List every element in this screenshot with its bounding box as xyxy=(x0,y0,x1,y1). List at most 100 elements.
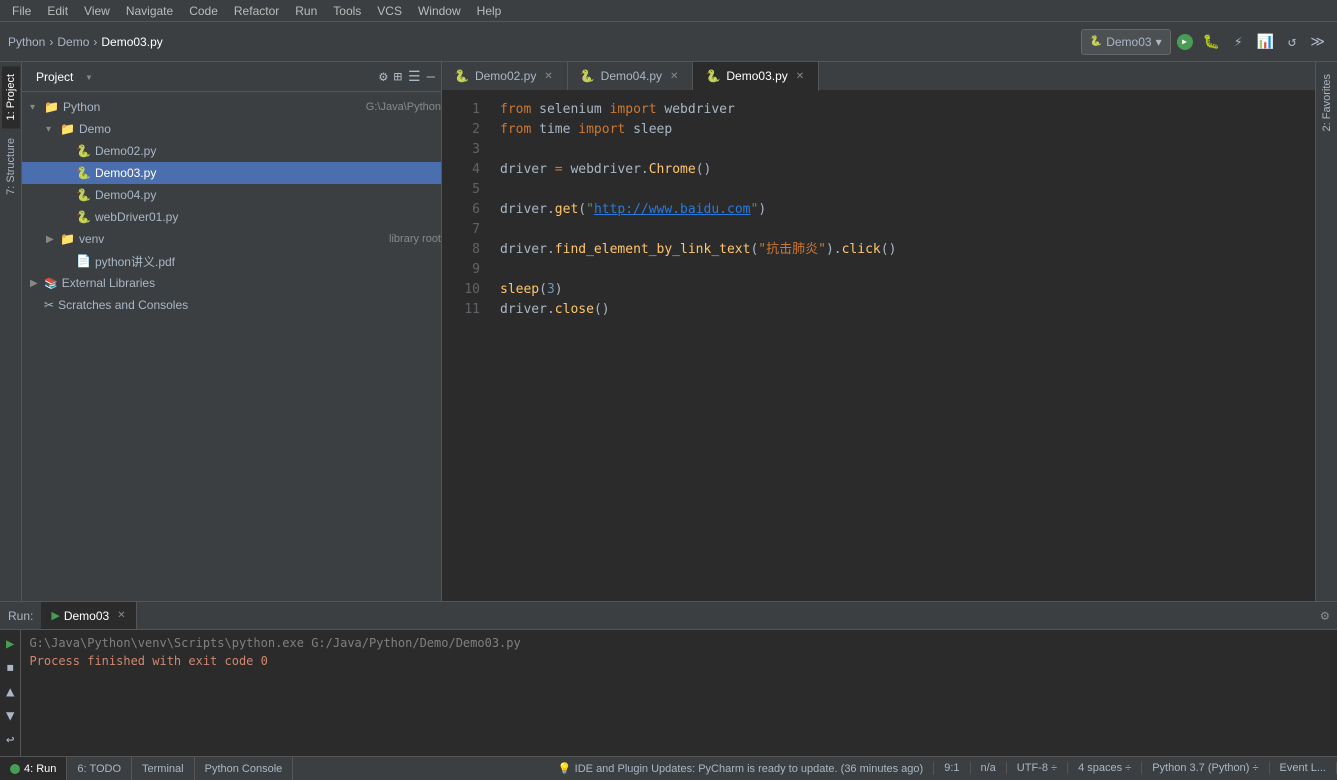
status-event-log-text: Event L... xyxy=(1280,762,1326,774)
status-message-text: 💡 IDE and Plugin Updates: PyCharm is rea… xyxy=(558,762,923,775)
bst-todo[interactable]: 6: TODO xyxy=(67,757,132,780)
ln-6: 6 xyxy=(450,200,480,220)
code-editor[interactable]: 1 2 3 4 5 6 7 8 9 10 11 from selenium im… xyxy=(442,92,1315,601)
editor-tab-demo04[interactable]: 🐍 Demo04.py ✕ xyxy=(568,62,694,90)
menu-tools[interactable]: Tools xyxy=(325,4,369,18)
status-indent[interactable]: 4 spaces ÷ xyxy=(1068,762,1142,774)
sidebar-actions: ⚙ ⊞ ☰ — xyxy=(379,69,435,85)
breadcrumb-python[interactable]: Python xyxy=(8,35,45,49)
menu-vcs[interactable]: VCS xyxy=(369,4,410,18)
tree-label-demo: Demo xyxy=(79,122,441,136)
ln-9: 9 xyxy=(450,260,480,280)
menu-refactor[interactable]: Refactor xyxy=(226,4,287,18)
status-event-log[interactable]: Event L... xyxy=(1270,762,1337,774)
run-button[interactable] xyxy=(1177,34,1193,50)
run-config-dropdown[interactable]: 🐍 Demo03 ▾ xyxy=(1081,29,1171,55)
menu-edit[interactable]: Edit xyxy=(39,4,76,18)
bottom-settings-icon[interactable]: ⚙ xyxy=(1321,608,1329,624)
bottom-tab-demo03[interactable]: ▶ Demo03 ✕ xyxy=(41,602,136,629)
status-update-message[interactable]: 💡 IDE and Plugin Updates: PyCharm is rea… xyxy=(548,762,934,775)
code-line-10: sleep(3) xyxy=(500,280,1307,300)
breadcrumb-file[interactable]: Demo03.py xyxy=(101,35,162,49)
tab-demo03-close[interactable]: ✕ xyxy=(794,69,806,84)
editor-tab-demo03[interactable]: 🐍 Demo03.py ✕ xyxy=(693,62,819,92)
sidebar-project-tab[interactable]: Project xyxy=(28,66,81,88)
console-content: G:\Java\Python\venv\Scripts\python.exe G… xyxy=(21,630,1337,756)
menu-code[interactable]: Code xyxy=(181,4,226,18)
demo03-icon: 🐍 xyxy=(76,166,91,180)
coverage-icon[interactable]: ⚡ xyxy=(1230,32,1246,52)
more-actions-icon[interactable]: ≫ xyxy=(1306,32,1329,52)
code-line-11: driver.close() xyxy=(500,300,1307,320)
menu-view[interactable]: View xyxy=(76,4,118,18)
tree-venv[interactable]: ▶ 📁 venv library root xyxy=(22,228,441,250)
toolbar: Python › Demo › Demo03.py 🐍 Demo03 ▾ 🐛 ⚡… xyxy=(0,22,1337,62)
tab-structure[interactable]: 7: Structure xyxy=(2,130,20,203)
toolbar-actions: 🐍 Demo03 ▾ 🐛 ⚡ 📊 ↺ ≫ xyxy=(1081,29,1329,55)
ln-8: 8 xyxy=(450,240,480,260)
tab-demo02-icon: 🐍 xyxy=(454,69,469,83)
tab-demo03-label: Demo03.py xyxy=(726,69,787,83)
tree-demo02[interactable]: 🐍 Demo02.py xyxy=(22,140,441,162)
console-up-icon[interactable]: ▲ xyxy=(4,682,16,702)
pdf-icon: 📄 xyxy=(76,254,91,268)
project-dropdown-icon[interactable]: ▾ xyxy=(85,70,92,84)
status-na[interactable]: n/a xyxy=(971,762,1007,774)
tree-label-scratches: Scratches and Consoles xyxy=(58,298,441,312)
folder-icon: 📁 xyxy=(44,100,59,114)
debug-icon[interactable]: 🐛 xyxy=(1199,32,1224,52)
bst-run[interactable]: 4: Run xyxy=(0,757,67,780)
bst-todo-label: 6: TODO xyxy=(77,763,121,775)
menu-run[interactable]: Run xyxy=(287,4,325,18)
tree-ext-libs[interactable]: ▶ 📚 External Libraries xyxy=(22,272,441,294)
tab-demo02-close[interactable]: ✕ xyxy=(542,69,554,84)
console-actions: ▶ ⏹ ▲ ▼ ↩ xyxy=(0,630,21,756)
menu-help[interactable]: Help xyxy=(469,4,510,18)
menu-window[interactable]: Window xyxy=(410,4,469,18)
profile-icon[interactable]: 📊 xyxy=(1252,32,1277,52)
status-position[interactable]: 9:1 xyxy=(934,762,970,774)
console-stop-icon[interactable]: ⏹ xyxy=(5,658,16,678)
console-wrap-icon[interactable]: ↩ xyxy=(4,730,16,750)
tree-demo04[interactable]: 🐍 Demo04.py xyxy=(22,184,441,206)
tree-python-root[interactable]: ▾ 📁 Python G:\Java\Python xyxy=(22,96,441,118)
sidebar-close-icon[interactable]: — xyxy=(427,69,435,85)
code-content[interactable]: from selenium import webdriver from time… xyxy=(492,100,1315,593)
bst-terminal[interactable]: Terminal xyxy=(132,757,195,780)
tree-label-webdriver: webDriver01.py xyxy=(95,210,441,224)
breadcrumb-demo[interactable]: Demo xyxy=(57,35,89,49)
tree-demo-folder[interactable]: ▾ 📁 Demo xyxy=(22,118,441,140)
bst-run-label: 4: Run xyxy=(24,763,56,775)
tree-scratches[interactable]: ✂ Scratches and Consoles xyxy=(22,294,441,316)
tree-path-venv: library root xyxy=(389,233,441,245)
editor-tab-bar: 🐍 Demo02.py ✕ 🐍 Demo04.py ✕ 🐍 Demo03.py … xyxy=(442,62,1315,92)
run-dot-icon xyxy=(10,764,20,774)
menu-file[interactable]: File xyxy=(4,4,39,18)
sidebar-settings-icon[interactable]: ☰ xyxy=(408,69,421,85)
tree-webdriver01[interactable]: 🐍 webDriver01.py xyxy=(22,206,441,228)
editor-tab-demo02[interactable]: 🐍 Demo02.py ✕ xyxy=(442,62,568,90)
ln-2: 2 xyxy=(450,120,480,140)
reload-icon[interactable]: ↺ xyxy=(1284,32,1300,52)
tree-pdf[interactable]: 📄 python讲义.pdf xyxy=(22,250,441,272)
tree-demo03[interactable]: 🐍 Demo03.py xyxy=(22,162,441,184)
bst-python-console[interactable]: Python Console xyxy=(195,757,294,780)
menu-navigate[interactable]: Navigate xyxy=(118,4,181,18)
tab-demo04-close[interactable]: ✕ xyxy=(668,69,680,84)
status-python-version[interactable]: Python 3.7 (Python) ÷ xyxy=(1142,762,1269,774)
status-na-text: n/a xyxy=(981,762,996,774)
console-down-icon[interactable]: ▼ xyxy=(4,706,16,726)
sidebar-gear-icon[interactable]: ⚙ xyxy=(379,69,387,85)
code-line-7 xyxy=(500,220,1307,240)
tab-demo04-icon: 🐍 xyxy=(580,69,595,83)
sidebar-layout-icon[interactable]: ⊞ xyxy=(394,69,402,85)
console-body: ▶ ⏹ ▲ ▼ ↩ G:\Java\Python\venv\Scripts\py… xyxy=(0,630,1337,756)
tab-project[interactable]: 1: Project xyxy=(2,66,20,128)
console-run-icon[interactable]: ▶ xyxy=(4,634,16,654)
bottom-tab-close[interactable]: ✕ xyxy=(117,610,125,621)
main-area: 1: Project 7: Structure Project ▾ ⚙ ⊞ ☰ … xyxy=(0,62,1337,601)
status-encoding[interactable]: UTF-8 ÷ xyxy=(1007,762,1068,774)
tab-demo04-label: Demo04.py xyxy=(601,69,662,83)
code-line-1: from selenium import webdriver xyxy=(500,100,1307,120)
tab-favorites[interactable]: 2: Favorites xyxy=(1318,66,1336,139)
